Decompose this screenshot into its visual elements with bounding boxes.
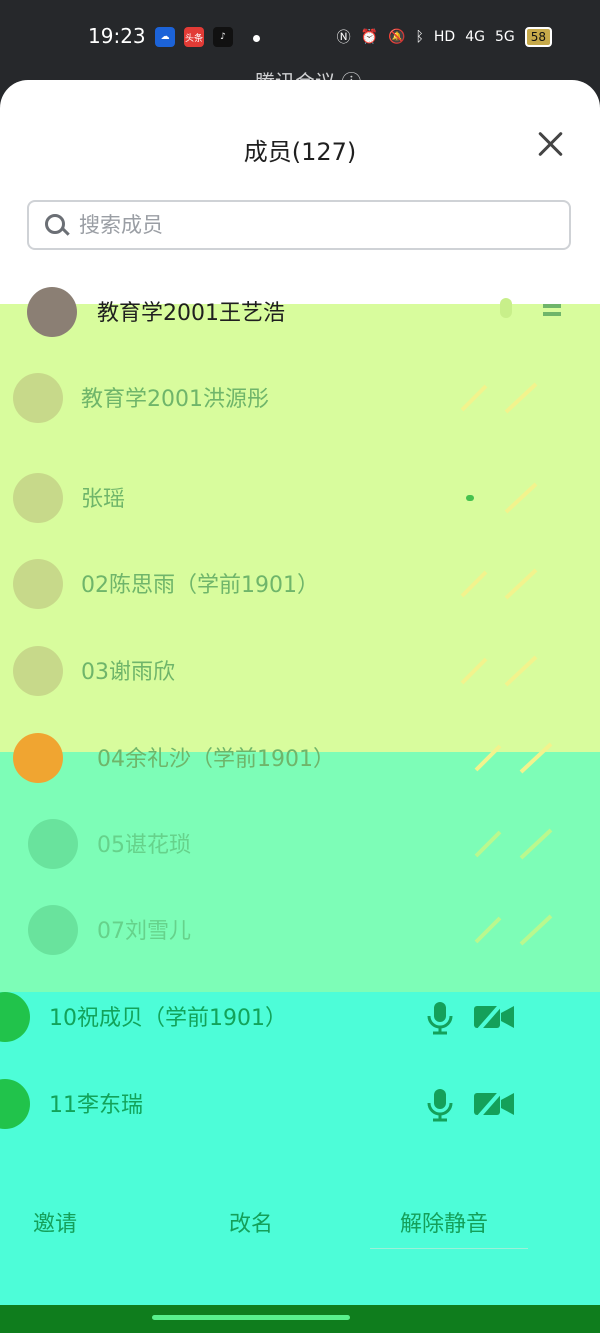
toutiao-app-icon: 头条 — [184, 27, 204, 47]
avatar — [28, 905, 78, 955]
avatar — [13, 646, 63, 696]
avatar — [28, 819, 78, 869]
member-name: 04余礼沙（学前1901） — [97, 747, 335, 772]
member-row[interactable]: 05谌花琐 — [0, 800, 600, 888]
battery-icon: 58 — [524, 27, 552, 47]
navigation-bar — [0, 1305, 600, 1333]
video-off-icon[interactable] — [500, 380, 544, 416]
avatar — [13, 373, 63, 423]
member-row[interactable]: 11李东瑞 — [0, 1060, 600, 1148]
divider — [370, 1248, 528, 1249]
search-box[interactable] — [27, 200, 571, 250]
status-indicators: Ⓝ ⏰ 🔕 ᛒ HD 4G 5G 58 — [337, 27, 552, 47]
member-row[interactable]: 04余礼沙（学前1901） — [0, 714, 600, 802]
avatar — [27, 287, 77, 337]
notification-dot-icon — [253, 35, 260, 42]
avatar — [0, 992, 30, 1042]
member-row[interactable]: 10祝成贝（学前1901） — [0, 973, 600, 1061]
microphone-muted-icon[interactable] — [470, 912, 506, 948]
alarm-icon: ⏰ — [360, 29, 379, 45]
member-name: 11李东瑞 — [49, 1093, 143, 1118]
microphone-muted-icon[interactable] — [456, 566, 492, 602]
avatar — [13, 733, 63, 783]
invite-button[interactable]: 邀请 — [33, 1206, 77, 1238]
mute-icon: 🔕 — [388, 29, 406, 45]
member-row[interactable]: 张瑶 — [0, 454, 600, 542]
microphone-muted-icon[interactable] — [470, 740, 506, 776]
search-input[interactable] — [77, 212, 521, 238]
home-indicator[interactable] — [152, 1315, 350, 1320]
member-row[interactable]: 教育学2001洪源彤 — [0, 354, 600, 442]
avatar — [13, 559, 63, 609]
member-row[interactable]: 03谢雨欣 — [0, 627, 600, 715]
search-icon — [45, 214, 67, 236]
signal-5g-icon: 5G — [494, 29, 515, 45]
microphone-icon[interactable] — [422, 999, 458, 1035]
member-name: 教育学2001王艺浩 — [97, 301, 285, 326]
member-sheet: 成员(127) 教育学2001王艺浩 教育学2001洪源彤 张瑶 02陈思雨（学… — [0, 80, 600, 1333]
member-row[interactable]: 07刘雪儿 — [0, 886, 600, 974]
avatar — [13, 473, 63, 523]
video-off-icon[interactable] — [515, 912, 559, 948]
member-name: 张瑶 — [81, 487, 126, 512]
cloud-app-icon: ☁ — [155, 27, 175, 47]
action-bar: 邀请 改名 解除静音 — [0, 1168, 600, 1333]
member-name: 10祝成贝（学前1901） — [49, 1006, 287, 1031]
hd-icon: HD — [433, 29, 456, 45]
microphone-muted-icon[interactable] — [456, 380, 492, 416]
video-off-icon[interactable] — [500, 653, 544, 689]
unmute-all-button[interactable]: 解除静音 — [400, 1206, 488, 1238]
member-name: 02陈思雨（学前1901） — [81, 573, 319, 598]
microphone-icon[interactable] — [488, 294, 524, 330]
nfc-icon: Ⓝ — [336, 30, 351, 46]
microphone-icon[interactable] — [422, 1086, 458, 1122]
bluetooth-icon: ᛒ — [415, 29, 424, 45]
video-off-icon[interactable] — [472, 999, 516, 1035]
avatar — [0, 1079, 30, 1129]
video-off-icon[interactable] — [500, 566, 544, 602]
signal-4g-icon: 4G — [465, 29, 485, 45]
video-off-icon[interactable] — [500, 480, 544, 516]
member-row[interactable]: 02陈思雨（学前1901） — [0, 540, 600, 628]
microphone-muted-icon[interactable] — [456, 480, 492, 516]
video-off-icon[interactable] — [515, 826, 559, 862]
member-name: 07刘雪儿 — [97, 919, 191, 944]
microphone-muted-icon[interactable] — [456, 653, 492, 689]
tiktok-app-icon: ♪ — [213, 27, 233, 47]
hand-raise-icon — [543, 304, 561, 316]
microphone-muted-icon[interactable] — [470, 826, 506, 862]
member-name: 03谢雨欣 — [81, 660, 175, 685]
rename-button[interactable]: 改名 — [229, 1206, 273, 1238]
video-off-icon[interactable] — [472, 1086, 516, 1122]
status-time: 19:23 — [88, 24, 146, 48]
member-row[interactable]: 教育学2001王艺浩 — [0, 268, 600, 356]
status-bar: 19:23 ☁ 头条 ♪ Ⓝ ⏰ 🔕 ᛒ HD 4G 5G 58 腾讯会议 ⓘ — [0, 0, 600, 94]
member-name: 教育学2001洪源彤 — [81, 387, 269, 412]
member-name: 05谌花琐 — [97, 833, 191, 858]
video-off-icon[interactable] — [515, 740, 559, 776]
close-button[interactable] — [536, 130, 564, 158]
page-title: 成员(127) — [243, 138, 357, 166]
